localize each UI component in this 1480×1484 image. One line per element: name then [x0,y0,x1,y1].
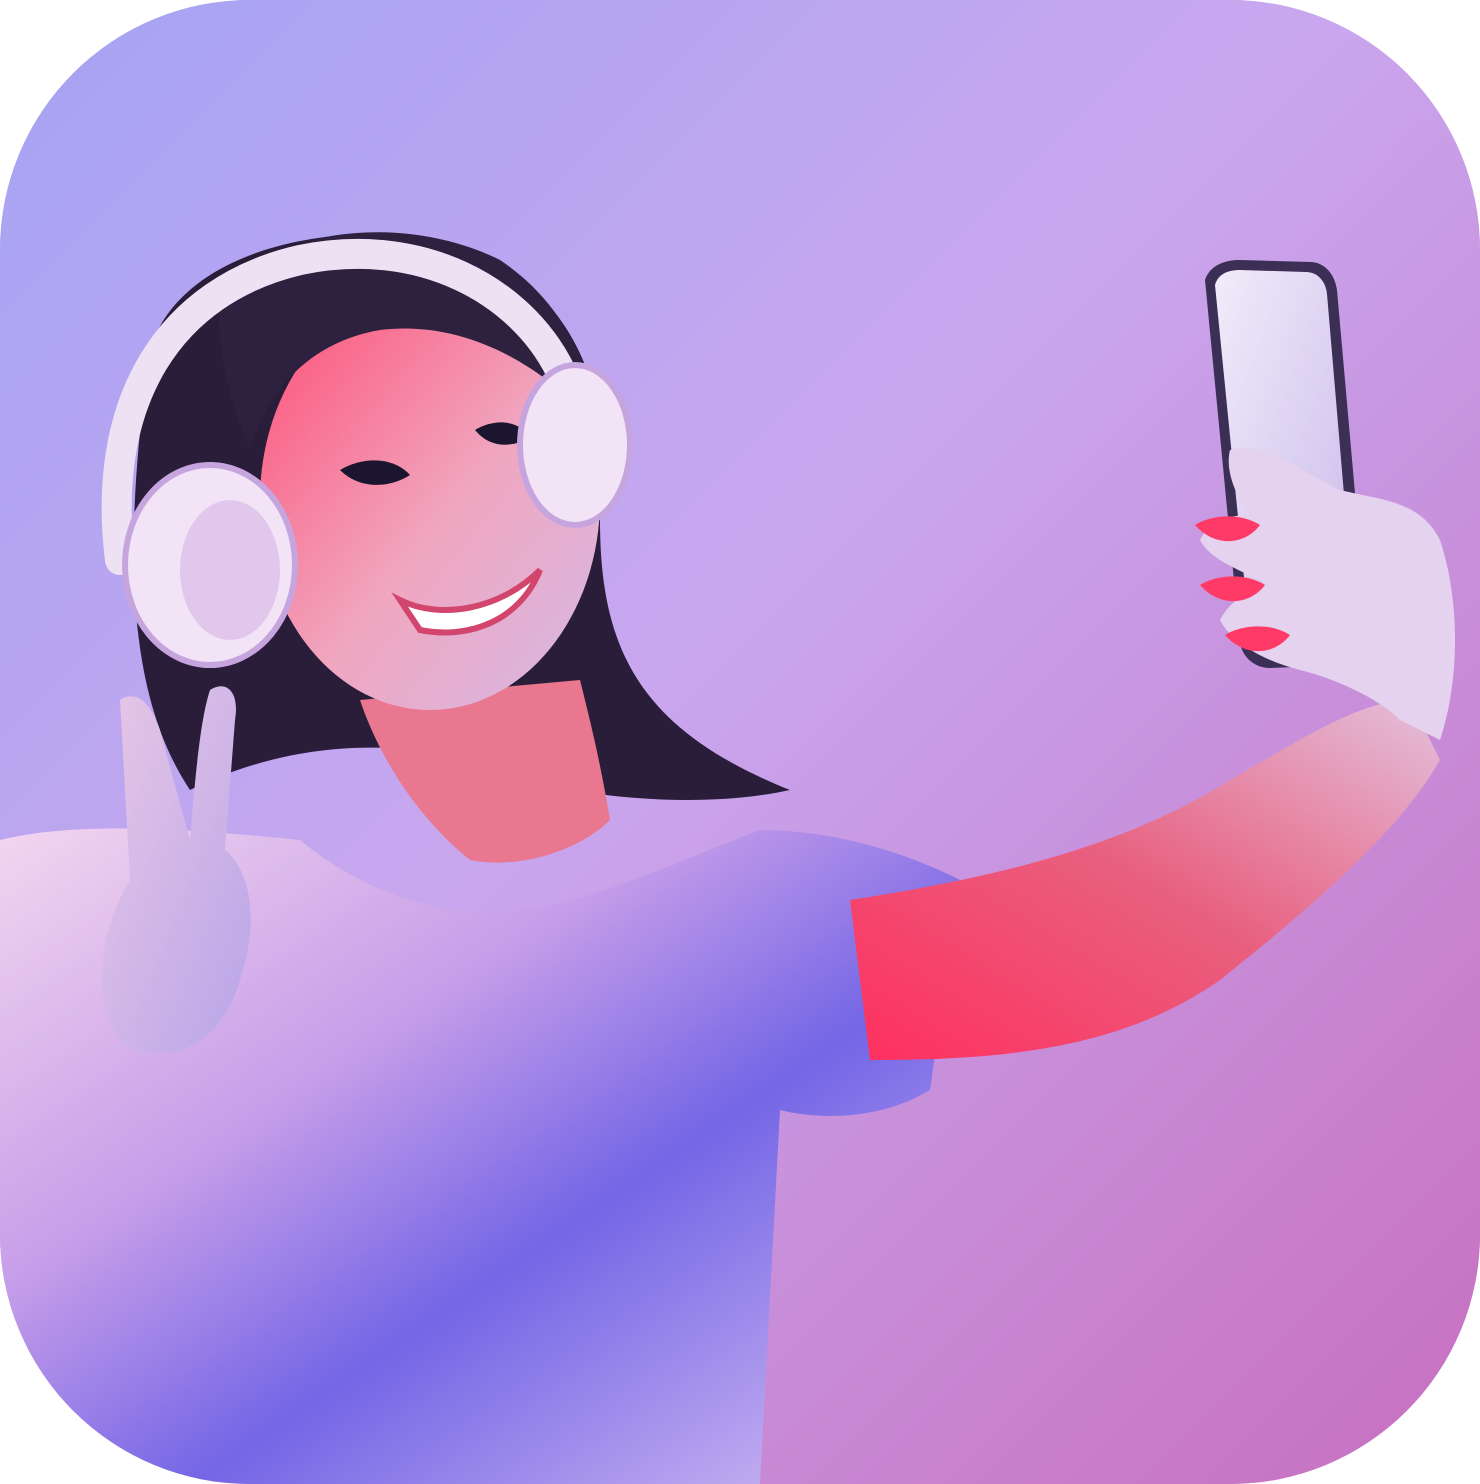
photo-tile [0,0,1480,1484]
headphones-cup-inner [180,500,280,640]
selfie-photo [0,0,1480,1484]
headphones-right-cup [517,362,633,528]
